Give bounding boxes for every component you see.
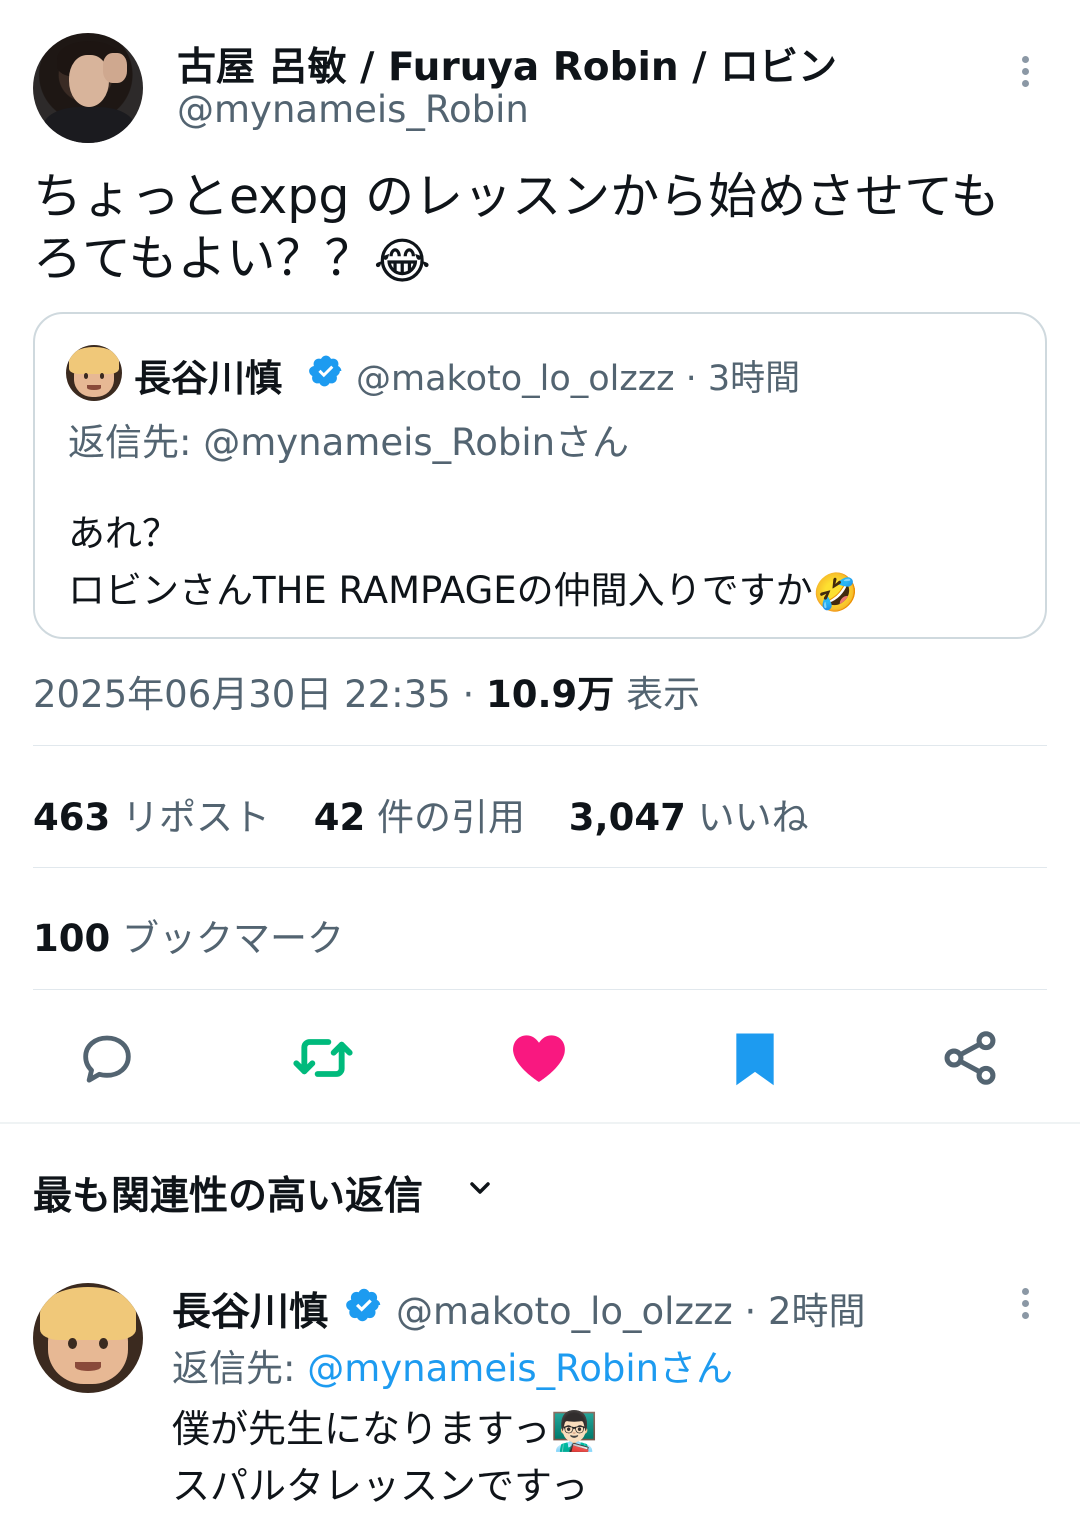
section-separator [0, 1122, 1080, 1124]
reply-line1-text: 僕が先生になりますっ [172, 1407, 551, 1451]
repost-button[interactable] [291, 1026, 355, 1090]
more-options-icon[interactable] [1014, 1288, 1036, 1328]
bookmarks-stat[interactable]: 100 ブックマーク [33, 908, 344, 962]
divider [33, 745, 1047, 746]
reply-author-avatar[interactable] [33, 1283, 143, 1393]
tweet-text: ちょっとexpg のレッスンから始めさせてもろてもよい？？😂 [33, 166, 1033, 293]
share-icon [944, 1031, 996, 1085]
divider [33, 989, 1047, 990]
quoted-author-handle: @makoto_lo_olzzz · 3時間 [356, 359, 801, 399]
tears-of-joy-emoji: 😂 [373, 232, 431, 290]
likes-stat[interactable]: 3,047 いいね [569, 796, 809, 839]
quoted-handle-text: @makoto_lo_olzzz [356, 359, 675, 399]
quoted-reply-to: 返信先: @mynameis_Robinさん [68, 421, 630, 464]
views-label: 表示 [626, 673, 701, 716]
quoted-author-avatar[interactable] [66, 345, 122, 401]
reply-to-link[interactable]: @mynameis_Robinさん [307, 1347, 733, 1390]
author-display-name[interactable]: 古屋 呂敏 / Furuya Robin / ロビン [177, 36, 837, 92]
teacher-emoji: 👨🏻‍🏫 [550, 1409, 598, 1453]
reply-text-line2: スパルタレッスンですっ [172, 1464, 589, 1508]
bookmark-icon [736, 1033, 774, 1086]
repost-icon [293, 1039, 353, 1077]
chevron-down-icon[interactable] [464, 1172, 496, 1204]
reply-handle-text[interactable]: @makoto_lo_olzzz [396, 1290, 733, 1333]
quoted-text-line2: ロビンさんTHE RAMPAGEの仲間入りですか🤣 [68, 560, 859, 615]
views-count: 10.9万 [486, 673, 615, 716]
reply-icon [83, 1035, 131, 1083]
author-handle[interactable]: @mynameis_Robin [177, 88, 529, 131]
engagement-stats: 463 リポスト 42 件の引用 3,047 いいね [33, 787, 809, 841]
verified-badge-icon [346, 1288, 381, 1322]
like-button[interactable] [507, 1026, 571, 1090]
reply-author-name[interactable]: 長谷川慎 [172, 1281, 328, 1337]
reply-text-line1: 僕が先生になりますっ👨🏻‍🏫 [172, 1398, 598, 1454]
quoted-text-line1: あれ？ [68, 512, 179, 555]
tweet-timestamp[interactable]: 2025年06月30日 22:35 [33, 673, 451, 716]
reposts-stat[interactable]: 463 リポスト [33, 796, 270, 839]
verified-badge-icon [309, 355, 342, 387]
reply-time[interactable]: 2時間 [768, 1290, 866, 1333]
quotes-stat[interactable]: 42 件の引用 [314, 796, 525, 839]
rofl-emoji: 🤣 [812, 570, 859, 614]
quoted-author-name: 長谷川慎 [134, 357, 282, 400]
reply-to-line: 返信先: @mynameis_Robinさん [172, 1338, 733, 1392]
author-avatar[interactable] [33, 33, 143, 143]
quoted-time: 3時間 [707, 359, 801, 399]
divider [33, 867, 1047, 868]
like-icon [513, 1035, 565, 1082]
share-button[interactable] [938, 1026, 1002, 1090]
more-options-icon[interactable] [1014, 56, 1036, 96]
bookmark-button[interactable] [723, 1026, 787, 1090]
reply-author-handle: @makoto_lo_olzzz · 2時間 [396, 1290, 866, 1333]
replies-sort-label[interactable]: 最も関連性の高い返信 [33, 1165, 423, 1221]
tweet-meta: 2025年06月30日 22:35 · 10.9万 表示 [33, 673, 701, 716]
tweet-body: ちょっとexpg のレッスンから始めさせてもろてもよい？？ [33, 168, 1000, 287]
quoted-line2-text: ロビンさんTHE RAMPAGEの仲間入りですか [68, 569, 813, 612]
reply-to-prefix: 返信先: [172, 1347, 308, 1390]
reply-button[interactable] [75, 1026, 139, 1090]
